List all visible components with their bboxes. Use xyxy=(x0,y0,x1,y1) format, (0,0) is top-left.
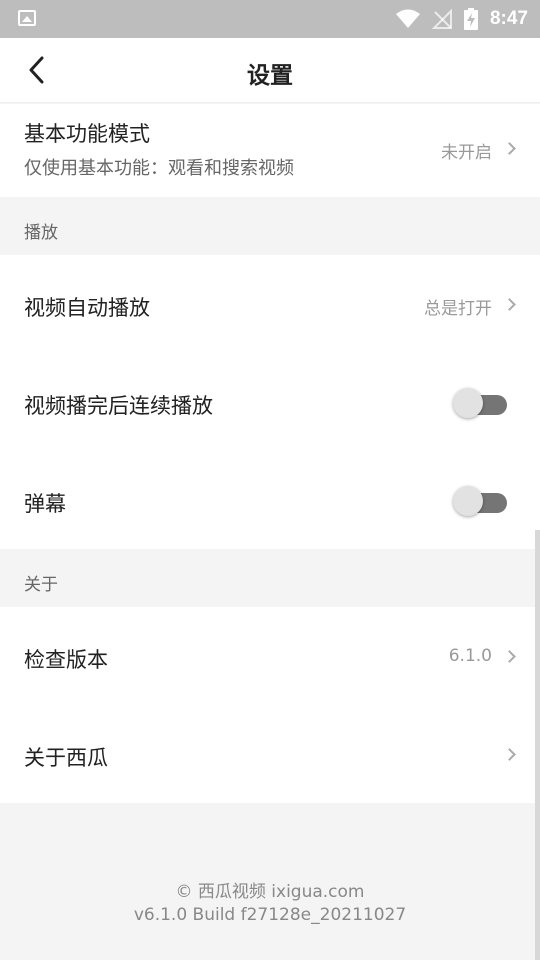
autoplay-value: 总是打开 xyxy=(424,299,492,319)
footer-copyright: © 西瓜视频 ixigua.com xyxy=(175,882,365,902)
section-label-about: 关于 xyxy=(24,575,58,595)
chevron-right-icon xyxy=(503,650,516,663)
wifi-icon xyxy=(395,9,420,28)
basic-mode-title: 基本功能模式 xyxy=(24,122,150,146)
scrollbar[interactable] xyxy=(535,530,540,960)
chevron-right-icon xyxy=(503,748,516,761)
continuous-play-title: 视频播完后连续播放 xyxy=(24,394,213,418)
battery-charging-icon xyxy=(463,8,478,30)
danmaku-title: 弹幕 xyxy=(24,492,66,516)
toggle-thumb xyxy=(453,486,483,516)
danmaku-toggle[interactable] xyxy=(453,484,507,518)
basic-mode-subtitle: 仅使用基本功能：观看和搜索视频 xyxy=(24,158,294,179)
basic-mode-row[interactable]: 基本功能模式 仅使用基本功能：观看和搜索视频 未开启 xyxy=(0,104,540,197)
danmaku-row: 弹幕 xyxy=(0,451,540,549)
section-label-playback: 播放 xyxy=(24,223,58,243)
check-version-title: 检查版本 xyxy=(24,648,108,672)
image-notification-icon xyxy=(18,10,36,26)
top-nav-bar: 设置 xyxy=(0,38,540,103)
autoplay-title: 视频自动播放 xyxy=(24,296,150,320)
status-bar-right: 8:47 xyxy=(395,0,528,38)
about-xigua-row[interactable]: 关于西瓜 xyxy=(0,705,540,803)
chevron-right-icon xyxy=(503,142,516,155)
page-title: 设置 xyxy=(247,63,293,89)
section-header-about: 关于 xyxy=(0,549,540,607)
check-version-row[interactable]: 检查版本 6.1.0 xyxy=(0,607,540,705)
footer-build-version: v6.1.0 Build f27128e_20211027 xyxy=(133,905,407,925)
check-version-value: 6.1.0 xyxy=(448,646,492,666)
status-bar: 8:47 xyxy=(0,0,540,38)
about-xigua-title: 关于西瓜 xyxy=(24,746,108,770)
status-time: 8:47 xyxy=(489,8,528,29)
autoplay-row[interactable]: 视频自动播放 总是打开 xyxy=(0,255,540,353)
no-signal-icon xyxy=(431,9,452,29)
section-header-playback: 播放 xyxy=(0,197,540,255)
chevron-right-icon xyxy=(503,298,516,311)
basic-mode-value: 未开启 xyxy=(441,143,492,163)
toggle-thumb xyxy=(453,388,483,418)
continuous-play-row: 视频播完后连续播放 xyxy=(0,353,540,451)
continuous-play-toggle[interactable] xyxy=(453,386,507,420)
